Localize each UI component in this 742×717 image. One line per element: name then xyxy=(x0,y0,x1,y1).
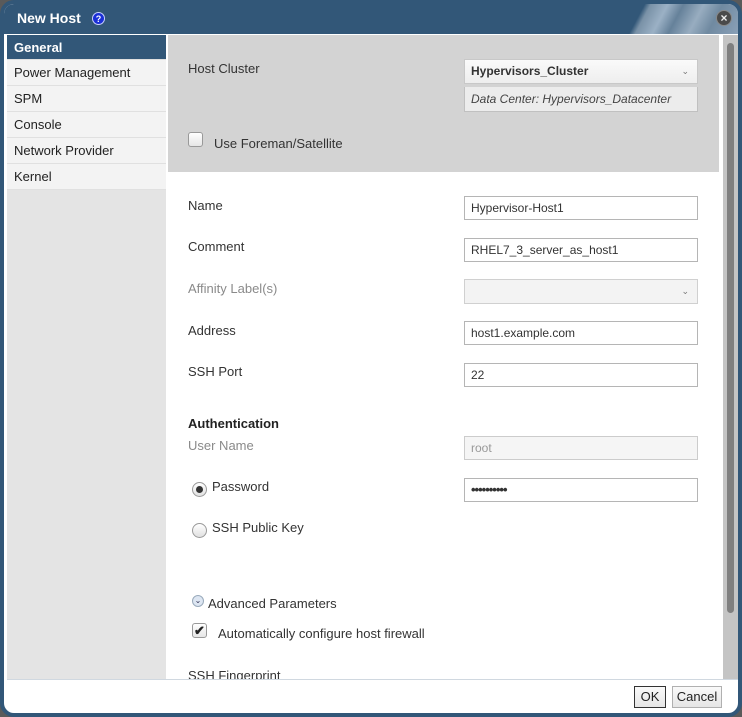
chevron-down-icon: ⌄ xyxy=(681,66,689,76)
dialog-title: New Host xyxy=(17,10,81,26)
host-cluster-select[interactable]: Hypervisors_Cluster ⌄ xyxy=(464,59,698,84)
user-name-input[interactable]: root xyxy=(464,436,698,460)
new-host-dialog: New Host ? × General Power Management SP… xyxy=(0,0,742,717)
ok-button[interactable]: OK xyxy=(634,686,666,708)
password-input[interactable]: •••••••••• xyxy=(464,478,698,502)
address-label: Address xyxy=(188,323,236,338)
address-input[interactable]: host1.example.com xyxy=(464,321,698,345)
ssh-public-key-radio[interactable] xyxy=(192,523,207,538)
ssh-public-key-label: SSH Public Key xyxy=(212,520,304,535)
sidebar-item-kernel[interactable]: Kernel xyxy=(7,164,166,190)
affinity-labels-select[interactable]: ⌄ xyxy=(464,279,698,304)
use-foreman-checkbox[interactable] xyxy=(188,132,203,147)
name-input[interactable]: Hypervisor-Host1 xyxy=(464,196,698,220)
footer-divider xyxy=(7,679,738,680)
auto-firewall-label: Automatically configure host firewall xyxy=(218,626,425,641)
radio-selected-dot xyxy=(196,486,203,493)
expand-chevron-icon[interactable]: ⌄ xyxy=(192,595,204,607)
chevron-down-icon: ⌄ xyxy=(681,286,689,296)
close-icon[interactable]: × xyxy=(716,10,732,26)
dialog-titlebar: New Host ? × xyxy=(4,4,738,36)
ssh-fingerprint-label: SSH Fingerprint xyxy=(188,668,281,679)
name-label: Name xyxy=(188,198,223,213)
comment-label: Comment xyxy=(188,239,245,254)
sidebar-item-general[interactable]: General xyxy=(7,35,166,60)
host-cluster-value: Hypervisors_Cluster xyxy=(471,64,589,78)
use-foreman-label: Use Foreman/Satellite xyxy=(214,136,343,151)
sidebar-item-spm[interactable]: SPM xyxy=(7,86,166,112)
sidebar-item-network-provider[interactable]: Network Provider xyxy=(7,138,166,164)
affinity-labels-label: Affinity Label(s) xyxy=(188,281,278,296)
content-scrollbar[interactable] xyxy=(723,35,738,679)
help-icon[interactable]: ? xyxy=(92,12,105,25)
host-cluster-label: Host Cluster xyxy=(188,61,260,76)
password-label: Password xyxy=(212,479,270,494)
ssh-port-label: SSH Port xyxy=(188,364,243,379)
sidebar: General Power Management SPM Console Net… xyxy=(7,35,166,679)
auto-firewall-checkbox[interactable]: ✔ xyxy=(192,623,207,638)
host-cluster-section: Host Cluster Hypervisors_Cluster ⌄ Data … xyxy=(168,35,719,172)
user-name-label: User Name xyxy=(188,438,254,453)
sidebar-item-power-management[interactable]: Power Management xyxy=(7,60,166,86)
ssh-port-input[interactable]: 22 xyxy=(464,363,698,387)
password-radio[interactable] xyxy=(192,482,207,497)
advanced-parameters-toggle[interactable]: Advanced Parameters xyxy=(208,596,337,611)
cancel-button[interactable]: Cancel xyxy=(672,686,722,708)
sidebar-item-console[interactable]: Console xyxy=(7,112,166,138)
data-center-info: Data Center: Hypervisors_Datacenter xyxy=(464,87,698,112)
authentication-heading: Authentication xyxy=(188,416,279,431)
general-panel: Host Cluster Hypervisors_Cluster ⌄ Data … xyxy=(168,35,719,679)
scrollbar-thumb[interactable] xyxy=(727,43,734,613)
comment-input[interactable]: RHEL7_3_server_as_host1 xyxy=(464,238,698,262)
